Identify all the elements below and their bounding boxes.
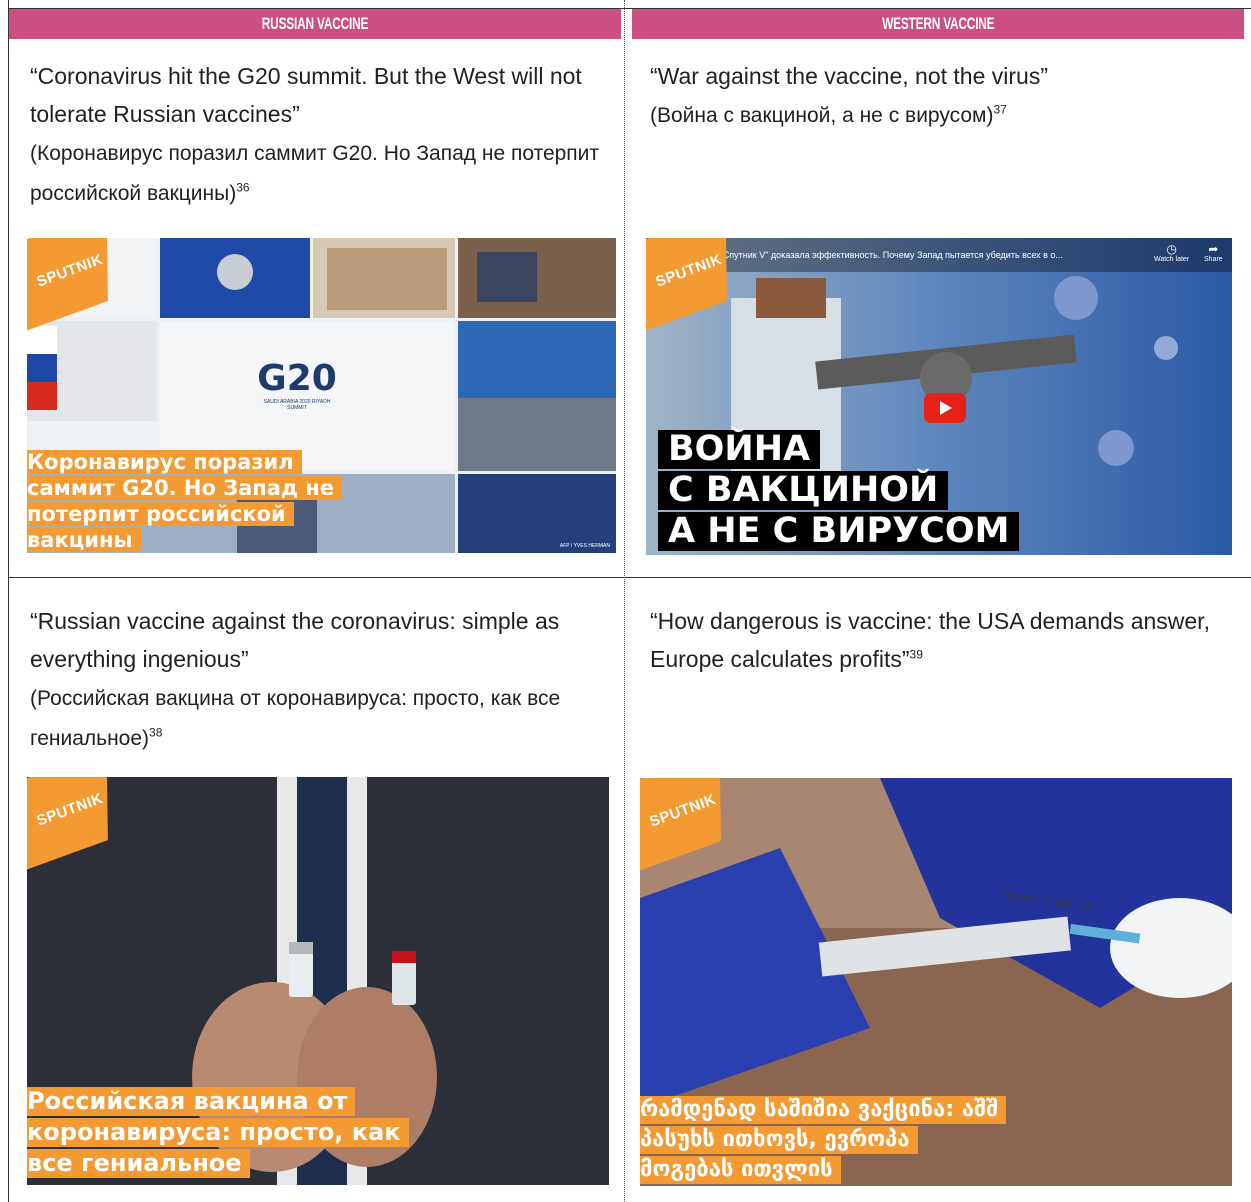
banner-line: все гениальное [27,1149,250,1178]
caption-cell-2: “War against the vaccine, not the virus”… [650,57,1230,135]
caption-english: “War against the vaccine, not the virus” [650,63,1048,89]
header-label: WESTERN VACCINE [881,14,995,33]
banner-line: коронавируса: просто, как [27,1118,409,1147]
banner-line: Российская вакцина от [27,1087,356,1116]
photo-credit: AFP / YVES HERMAN [559,543,610,549]
g20-emblem: G20 SAUDI ARABIA 2020 RIYADH SUMMIT [257,358,337,411]
banner-line: потерпит российской [27,502,294,526]
g20-summit-image: G20 SAUDI ARABIA 2020 RIYADH SUMMIT SPUT… [27,238,616,553]
footnote-marker: 38 [149,725,163,740]
banner-line: саммит G20. Но Запад не [27,476,343,500]
share-arrow-icon: ➦ [1208,242,1219,256]
watch-later-label: Watch later [1154,256,1190,263]
row-divider [8,577,1251,578]
clock-icon: ◷ [1166,242,1177,256]
footnote-marker: 37 [993,102,1007,117]
russian-vaccine-vials-image: SPUTNIK Российская вакцина от коронавиру… [27,777,609,1185]
header-western-vaccine: WESTERN VACCINE [632,9,1244,39]
column-divider [624,0,625,1202]
image-headline-banner: ВОЙНА С ВАКЦИНОЙ А НЕ С ВИРУСОМ [658,430,1020,553]
banner-line: Коронавирус поразил [27,450,302,474]
watch-later-button[interactable]: ◷ Watch later [1154,242,1189,263]
footnote-marker: 39 [909,647,923,662]
share-button[interactable]: ➦ Share [1204,242,1223,263]
emblem-text: G20 [257,358,337,399]
war-against-vaccine-image: Вакцина "Спутник V" доказала эффективнос… [646,238,1232,555]
banner-line: ВОЙНА [658,430,821,469]
banner-line: პასუხს ითხოვს, ევროპა [640,1126,918,1154]
caption-cell-3: “Russian vaccine against the coronavirus… [30,602,610,758]
caption-russian: (Коронавирус поразил саммит G20. Но Запа… [30,142,600,205]
image-headline-banner: Российская вакцина от коронавируса: прос… [27,1087,409,1180]
header-russian-vaccine: RUSSIAN VACCINE [9,9,621,39]
caption-english: “Coronavirus hit the G20 summit. But the… [30,63,582,127]
footnote-marker: 36 [236,180,250,195]
header-label: RUSSIAN VACCINE [261,14,369,33]
caption-english: “Russian vaccine against the coronavirus… [30,608,560,672]
caption-english: “How dangerous is vaccine: the USA deman… [650,608,1210,672]
caption-cell-1: “Coronavirus hit the G20 summit. But the… [30,57,610,213]
share-label: Share [1204,256,1223,263]
banner-line: вакцины [27,528,141,552]
caption-russian: (Российская вакцина от коронавируса: про… [30,687,561,750]
banner-line: А НЕ С ВИРУСОМ [658,512,1020,551]
video-title[interactable]: Вакцина "Спутник V" доказала эффективнос… [682,250,1152,260]
banner-line: С ВАКЦИНОЙ [658,471,949,510]
banner-line: მოგებას ითვლის [640,1156,841,1184]
banner-line: რამდენად საშიშია ვაქცინა: აშშ [640,1096,1007,1124]
play-button-icon[interactable] [924,393,966,423]
caption-russian: (Война с вакциной, а не с вирусом) [650,104,994,127]
syringe-injection-image: DISCARD AFTER USE SPUTNIK რამდენად საშიშ… [640,778,1232,1186]
image-headline-banner: Коронавирус поразил саммит G20. Но Запад… [27,450,343,553]
caption-cell-4: “How dangerous is vaccine: the USA deman… [650,602,1230,678]
image-headline-banner: რამდენად საშიშია ვაქცინა: აშშ პასუხს ითხ… [640,1096,1007,1186]
emblem-subtext: SAUDI ARABIA 2020 RIYADH SUMMIT [263,399,331,411]
